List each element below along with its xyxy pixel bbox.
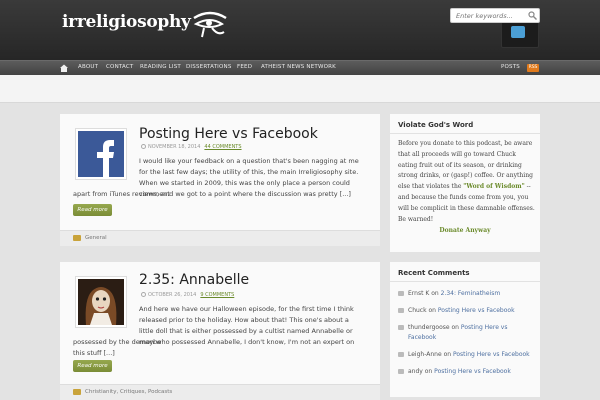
comment-author: Chuck (408, 307, 427, 314)
excerpt-part-2: apart from iTunes reviews, and we got to… (73, 190, 351, 198)
nav-about[interactable]: ABOUT (78, 64, 98, 70)
word-of-wisdom-link[interactable]: "Word of Wisdom" (463, 183, 524, 190)
comments-link[interactable]: 44 COMMENTS (204, 144, 241, 150)
list-item: thundergoose on Posting Here vs Facebook (398, 323, 536, 343)
post-title[interactable]: 2.35: Annabelle (139, 272, 249, 288)
comment-on: on (431, 290, 439, 297)
widget-text: Before you donate to this podcast, be aw… (398, 139, 536, 225)
widget-title: Violate God's Word (398, 121, 474, 129)
post-excerpt: I would like your feedback on a question… (73, 156, 365, 200)
post-footer: Christianity, Critiques, Podcasts (60, 384, 380, 400)
divider (390, 133, 540, 134)
post-card: 2.35: Annabelle OCTOBER 26, 2014 9 COMMEN… (60, 262, 380, 400)
list-item: Leigh-Anne on Posting Here vs Facebook (398, 350, 536, 360)
search-input[interactable] (450, 8, 540, 23)
comment-author: Leigh-Anne (408, 351, 442, 358)
post-categories[interactable]: General (85, 235, 107, 241)
post-date: NOVEMBER 18, 2014 (148, 144, 201, 150)
excerpt-part-2: possessed by the demon who possessed Ann… (73, 338, 355, 357)
comment-post-link[interactable]: Posting Here vs Facebook (438, 307, 515, 314)
clock-icon (141, 144, 146, 149)
search-band (0, 75, 600, 103)
annabelle-doll-image (78, 279, 124, 325)
comments-link[interactable]: 9 COMMENTS (200, 292, 234, 298)
post-card: Posting Here vs Facebook NOVEMBER 18, 20… (60, 114, 380, 246)
folder-icon (73, 389, 81, 395)
comment-bubble-icon (398, 352, 404, 357)
nav-reading-list[interactable]: READING LIST (140, 64, 181, 70)
comment-on: on (424, 368, 433, 375)
comment-on: on (428, 307, 436, 314)
clock-icon (141, 292, 146, 297)
read-more-button[interactable]: Read more (73, 204, 112, 216)
post-footer: General (60, 230, 380, 246)
search-icon[interactable] (528, 11, 537, 20)
home-icon[interactable] (60, 64, 68, 72)
post-thumbnail[interactable] (75, 128, 127, 180)
site-logo[interactable]: irreligiosophy (62, 12, 191, 32)
nav-posts[interactable]: POSTS (501, 64, 520, 70)
comment-bubble-icon (398, 325, 404, 330)
main-nav: ABOUT CONTACT READING LIST DISSERTATIONS… (0, 60, 600, 75)
facebook-icon (78, 131, 124, 177)
recent-comments-widget: Recent Comments Ernst K on 2.34: Feminat… (390, 262, 540, 397)
donate-anyway-link[interactable]: Donate Anyway (390, 227, 540, 234)
comment-bubble-icon (398, 369, 404, 374)
post-excerpt: And here we have our Halloween episode, … (73, 304, 365, 357)
nav-contact[interactable]: CONTACT (106, 64, 133, 70)
comment-post-link[interactable]: 2.34: Feminatheism (441, 290, 501, 297)
comment-on: on (451, 324, 459, 331)
divider (390, 281, 540, 282)
eye-of-horus-icon (193, 11, 227, 38)
comment-on: on (443, 351, 452, 358)
comment-author: thundergoose (408, 324, 450, 331)
post-meta: NOVEMBER 18, 2014 44 COMMENTS (141, 144, 242, 150)
post-thumbnail[interactable] (75, 276, 127, 328)
widget-title: Recent Comments (398, 269, 470, 277)
read-more-button[interactable]: Read more (73, 360, 112, 372)
nav-feed[interactable]: FEED (237, 64, 252, 70)
nav-dissertations[interactable]: DISSERTATIONS (186, 64, 232, 70)
comment-post-link[interactable]: Posting Here vs Facebook (434, 368, 511, 375)
rss-icon[interactable]: RSS (527, 64, 539, 72)
twitter-icon (511, 26, 525, 38)
post-categories[interactable]: Christianity, Critiques, Podcasts (85, 389, 172, 395)
post-date: OCTOBER 26, 2014 (148, 292, 197, 298)
recent-comments-list: Ernst K on 2.34: Feminatheism Chuck on P… (398, 289, 536, 384)
comment-bubble-icon (398, 308, 404, 313)
list-item: Ernst K on 2.34: Feminatheism (398, 289, 536, 299)
post-title[interactable]: Posting Here vs Facebook (139, 126, 318, 142)
list-item: andy on Posting Here vs Facebook (398, 367, 536, 377)
nav-atheist-news-network[interactable]: ATHEIST NEWS NETWORK (261, 64, 336, 70)
comment-author: andy (408, 368, 423, 375)
comment-author: Ernst K (408, 290, 430, 297)
post-meta: OCTOBER 26, 2014 9 COMMENTS (141, 292, 234, 298)
comment-post-link[interactable]: Posting Here vs Facebook (453, 351, 530, 358)
comment-bubble-icon (398, 291, 404, 296)
violate-widget: Violate God's Word Before you donate to … (390, 114, 540, 252)
folder-icon (73, 235, 81, 241)
list-item: Chuck on Posting Here vs Facebook (398, 306, 536, 316)
